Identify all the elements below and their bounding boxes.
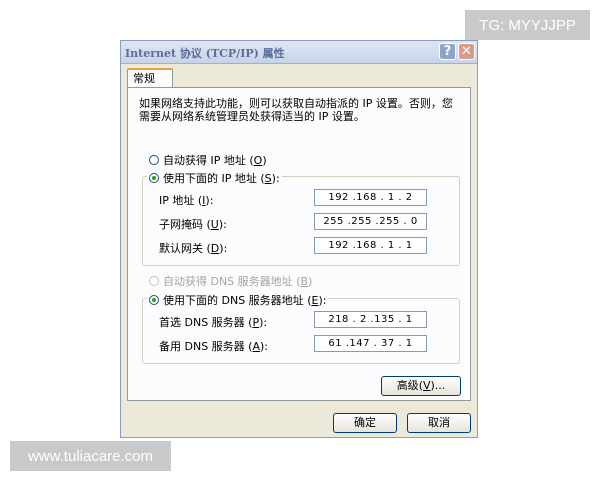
tcp-ip-properties-dialog: Internet 协议 (TCP/IP) 属性 ? ✕ 常规 如果网络支持此功能…: [120, 40, 478, 438]
preferred-dns-field[interactable]: 218 . 2 .135 . 1: [314, 311, 427, 328]
radio-auto-dns-indicator[interactable]: [149, 276, 159, 286]
subnet-mask-label: 子网掩码 (U):: [159, 218, 227, 231]
default-gateway-field[interactable]: 192 .168 . 1 . 1: [314, 237, 427, 254]
radio-auto-dns[interactable]: 自动获得 DNS 服务器地址 (B): [149, 273, 312, 289]
cancel-button[interactable]: 取消: [407, 413, 471, 433]
ok-button[interactable]: 确定: [333, 413, 397, 433]
ip-address-label: IP 地址 (I):: [159, 194, 214, 207]
advanced-button[interactable]: 高级(V)...: [381, 376, 461, 396]
general-tab-panel: 如果网络支持此功能，则可以获取自动指派的 IP 设置。否则，您需要从网络系统管理…: [127, 87, 471, 401]
radio-manual-ip-indicator[interactable]: [149, 173, 159, 183]
watermark-top-right: TG: MYYJJPP: [465, 10, 590, 40]
radio-manual-dns[interactable]: 使用下面的 DNS 服务器地址 (E):: [147, 292, 329, 308]
close-icon[interactable]: ✕: [458, 43, 475, 60]
help-icon[interactable]: ?: [439, 43, 456, 60]
alternate-dns-label: 备用 DNS 服务器 (A):: [159, 340, 269, 353]
watermark-bottom-left: www.tuliacare.com: [10, 441, 171, 471]
radio-manual-dns-indicator[interactable]: [149, 295, 159, 305]
radio-auto-ip-label: 自动获得 IP 地址 (O): [163, 154, 267, 167]
radio-manual-dns-label: 使用下面的 DNS 服务器地址 (E):: [163, 294, 327, 307]
radio-manual-ip-label: 使用下面的 IP 地址 (S):: [163, 172, 280, 185]
subnet-mask-field[interactable]: 255 .255 .255 . 0: [314, 213, 427, 230]
preferred-dns-label: 首选 DNS 服务器 (P):: [159, 316, 268, 329]
default-gateway-label: 默认网关 (D):: [159, 242, 228, 255]
radio-auto-dns-label: 自动获得 DNS 服务器地址 (B): [163, 275, 313, 288]
alternate-dns-field[interactable]: 61 .147 . 37 . 1: [314, 335, 427, 352]
radio-auto-ip-indicator[interactable]: [149, 155, 159, 165]
title-bar: Internet 协议 (TCP/IP) 属性 ? ✕: [121, 41, 477, 64]
radio-manual-ip[interactable]: 使用下面的 IP 地址 (S):: [147, 170, 282, 186]
tab-strip: 常规: [121, 63, 477, 88]
ip-address-field[interactable]: 192 .168 . 1 . 2: [314, 189, 427, 206]
radio-auto-ip[interactable]: 自动获得 IP 地址 (O): [149, 152, 267, 168]
tab-general[interactable]: 常规: [127, 68, 173, 88]
description-text: 如果网络支持此功能，则可以获取自动指派的 IP 设置。否则，您需要从网络系统管理…: [139, 97, 453, 123]
window-title: Internet 协议 (TCP/IP) 属性: [125, 47, 285, 60]
